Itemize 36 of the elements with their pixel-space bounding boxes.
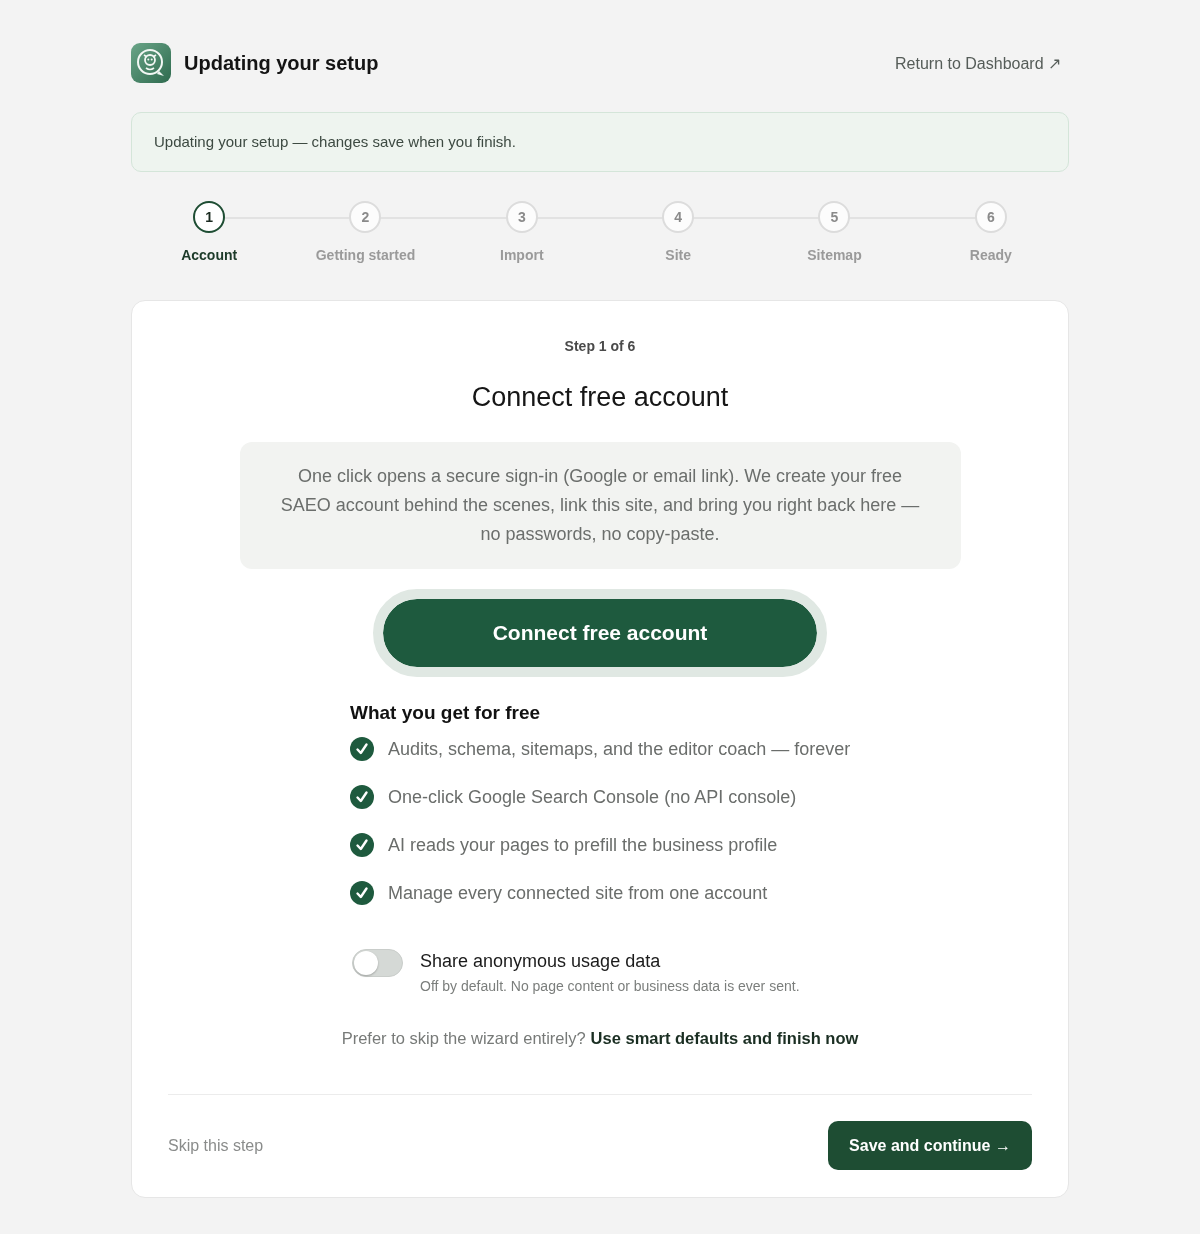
info-text: One click opens a secure sign-in (Google or email link). We create your free SAEO account behind the scenes, link this site, and bring you right back here — no passwords, no copy-paste.	[239, 442, 961, 569]
connect-account-button[interactable]: Connect free account	[373, 589, 827, 677]
benefit-text: Audits, schema, sitemaps, and the editor coach — forever	[388, 738, 851, 760]
save-and-continue-button[interactable]: Save and continue →	[828, 1121, 1032, 1170]
step-label: Site	[665, 246, 691, 264]
check-icon	[350, 833, 374, 857]
step-label: Account	[181, 246, 238, 264]
step-circle: 4	[662, 201, 695, 233]
check-icon	[350, 737, 374, 761]
step-circle: 3	[505, 201, 538, 233]
card-title: Connect free account	[471, 381, 729, 413]
step-label: Ready	[969, 246, 1012, 264]
notice-banner: Updating your setup — changes save when you finish.	[131, 112, 1069, 172]
skip-step-link[interactable]: Skip this step	[168, 1136, 264, 1155]
return-to-dashboard-link[interactable]: Return to Dashboard ↗	[895, 53, 1061, 73]
logo-icon	[131, 43, 171, 83]
step-circle: 2	[349, 201, 382, 233]
step-label: Getting started	[315, 246, 416, 264]
step-counter: Step 1 of 6	[564, 337, 636, 355]
benefits-heading: What you get for free	[350, 701, 541, 725]
step-circle: 1	[193, 201, 226, 233]
step-label: Sitemap	[807, 246, 862, 264]
benefit-text: AI reads your pages to prefill the business profile	[388, 834, 778, 856]
benefit-text: Manage every connected site from one account	[388, 882, 768, 904]
smart-defaults-link[interactable]: Use smart defaults and finish now	[590, 1029, 859, 1047]
check-icon	[350, 785, 374, 809]
skip-prompt-text: Prefer to skip the wizard entirely?	[341, 1029, 586, 1047]
step-circle: 5	[818, 201, 851, 233]
toggle-switch[interactable]	[352, 949, 403, 977]
toggle-label: Share anonymous usage data	[420, 950, 662, 973]
toggle-hint: Off by default. No page content or business data is ever sent.	[420, 977, 800, 995]
step-label: Import	[500, 246, 544, 264]
page-title: Updating your setup	[184, 51, 379, 75]
check-icon	[350, 881, 374, 905]
benefit-text: One-click Google Search Console (no API console)	[388, 786, 797, 808]
step-circle: 6	[974, 201, 1007, 233]
